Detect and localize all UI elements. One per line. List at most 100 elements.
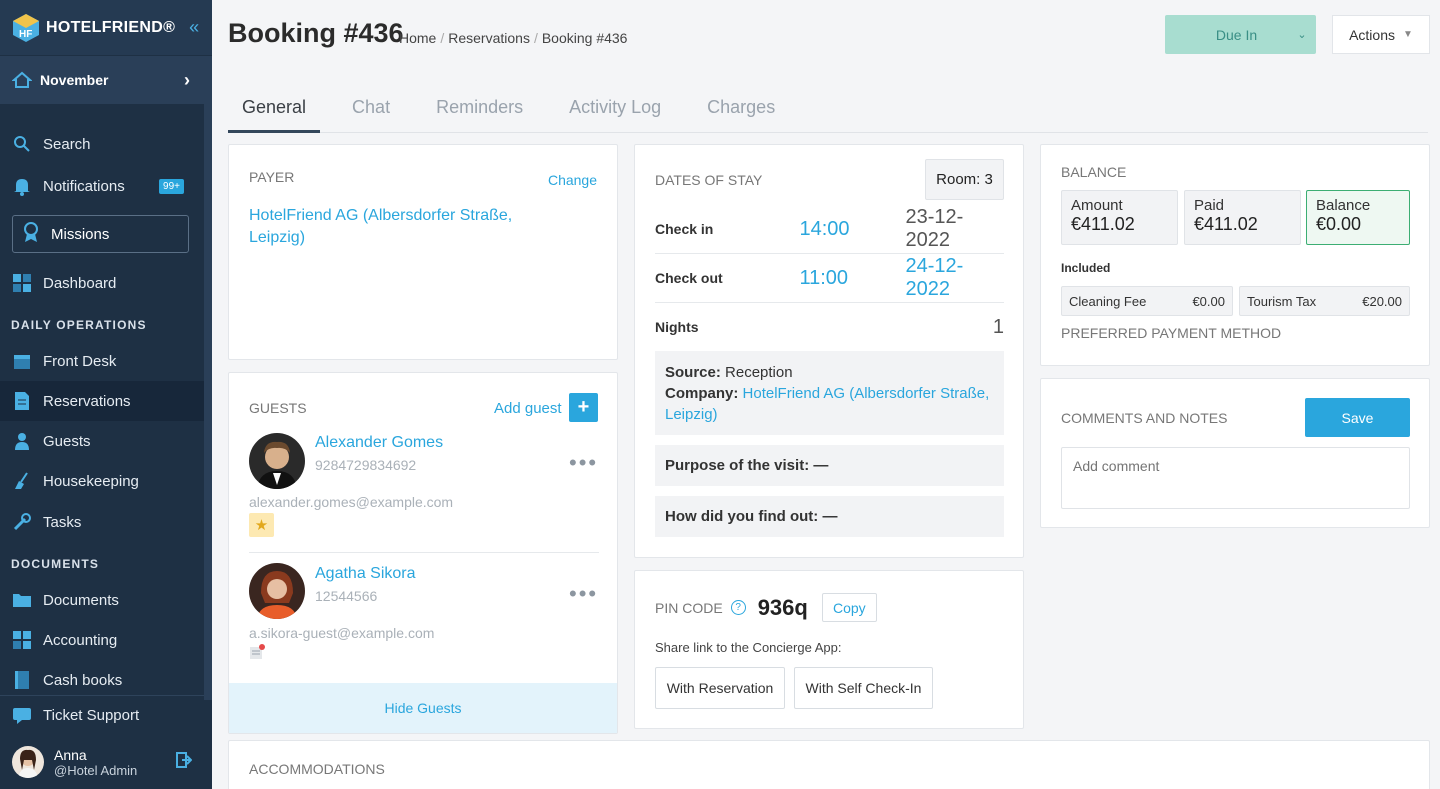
section-documents: DOCUMENTS bbox=[11, 557, 100, 571]
user-role: @Hotel Admin bbox=[54, 762, 138, 778]
help-icon[interactable]: ? bbox=[730, 600, 746, 615]
tab-general[interactable]: General bbox=[228, 85, 321, 133]
sidebar-item-guests[interactable]: Guests bbox=[0, 421, 204, 461]
ticket-icon bbox=[12, 706, 32, 726]
tab-charges[interactable]: Charges bbox=[707, 85, 789, 133]
copy-button[interactable]: Copy bbox=[821, 593, 877, 622]
missions-button[interactable]: Missions bbox=[12, 215, 189, 253]
sidebar-item-front-desk[interactable]: Front Desk bbox=[0, 341, 204, 381]
page-title: Booking #436 bbox=[228, 18, 404, 48]
chevron-down-icon[interactable]: ⌄ bbox=[1288, 28, 1316, 41]
checkin-time[interactable]: 14:00 bbox=[799, 218, 905, 241]
checkout-label: Check out bbox=[655, 270, 723, 286]
balance-box: Balance €0.00 bbox=[1306, 190, 1410, 245]
status-label: Due In bbox=[1215, 26, 1258, 43]
with-reservation-button[interactable]: With Reservation bbox=[655, 667, 785, 709]
sidebar-item-ticket-support[interactable]: Ticket Support bbox=[0, 695, 204, 735]
missions-label: Missions bbox=[51, 225, 110, 243]
tab-bar: General Chat Reminders Activity Log Char… bbox=[228, 85, 1428, 133]
dashboard-icon bbox=[12, 273, 32, 293]
payer-name-line2: Leipzig) bbox=[249, 229, 306, 246]
checkout-time[interactable]: 11:00 bbox=[799, 267, 905, 290]
guest-more-icon[interactable]: ••• bbox=[569, 450, 598, 476]
comments-label: COMMENTS AND NOTES bbox=[1061, 410, 1228, 426]
source-label: Source: bbox=[665, 364, 721, 381]
sidebar-item-label: Cash books bbox=[43, 671, 123, 689]
tab-chat[interactable]: Chat bbox=[352, 85, 404, 133]
balance-label: BALANCE bbox=[1061, 164, 1127, 180]
nights-value: 1 bbox=[992, 315, 1004, 338]
guest-divider bbox=[249, 552, 599, 553]
sidebar-scrollbar[interactable] bbox=[204, 100, 212, 700]
tourism-tax-box: Tourism Tax €20.00 bbox=[1239, 286, 1410, 316]
cleaning-fee-value: €0.00 bbox=[1192, 293, 1225, 309]
with-self-checkin-button[interactable]: With Self Check-In bbox=[794, 667, 933, 709]
guest-email: alexander.gomes@example.com bbox=[249, 494, 454, 510]
included-label: Included bbox=[1061, 261, 1111, 275]
nights-label: Nights bbox=[655, 319, 699, 335]
tab-reminders[interactable]: Reminders bbox=[436, 85, 537, 133]
dates-of-stay-card: DATES OF STAY Room: 3 Check in 14:00 23-… bbox=[634, 144, 1024, 558]
user-profile[interactable]: Anna @Hotel Admin bbox=[0, 735, 212, 789]
breadcrumb-home[interactable]: Home bbox=[399, 30, 436, 46]
sidebar-item-accounting[interactable]: Accounting bbox=[0, 620, 204, 660]
company-link-line2[interactable]: Leipzig) bbox=[665, 404, 994, 425]
tab-activity-log[interactable]: Activity Log bbox=[569, 85, 675, 133]
guest-more-icon[interactable]: ••• bbox=[569, 581, 598, 607]
actions-label: Actions bbox=[1349, 26, 1395, 43]
cleaning-fee-box: Cleaning Fee €0.00 bbox=[1061, 286, 1233, 316]
avatar bbox=[12, 746, 44, 778]
comments-card: COMMENTS AND NOTES Save bbox=[1040, 378, 1430, 528]
paid-value: €411.02 bbox=[1194, 214, 1258, 234]
month-selector[interactable]: November › bbox=[0, 56, 212, 104]
amount-label: Amount bbox=[1071, 197, 1123, 214]
guest-name-link[interactable]: Agatha Sikora bbox=[315, 565, 416, 583]
source-box: Source: Reception Company: HotelFriend A… bbox=[655, 351, 1004, 435]
guests-label: GUESTS bbox=[249, 400, 307, 416]
logout-icon[interactable] bbox=[176, 751, 193, 773]
document-icon bbox=[12, 391, 32, 411]
status-dropdown[interactable]: Due In ⌄ bbox=[1165, 15, 1316, 54]
sidebar-item-dashboard[interactable]: Dashboard bbox=[0, 263, 204, 303]
chevron-right-icon[interactable]: › bbox=[184, 70, 190, 91]
broom-icon bbox=[12, 471, 32, 491]
sidebar-item-label: Housekeeping bbox=[43, 472, 139, 490]
sidebar-item-cash-books[interactable]: Cash books bbox=[0, 660, 204, 700]
payer-name-line1: HotelFriend AG (Albersdorfer Straße, bbox=[249, 207, 513, 224]
save-button[interactable]: Save bbox=[1305, 398, 1410, 437]
sidebar-item-label: Dashboard bbox=[43, 274, 117, 292]
add-guest-button[interactable]: + bbox=[569, 393, 598, 422]
main-content: Booking #436 Home / Reservations / Booking #… bbox=[212, 0, 1440, 789]
sidebar-item-notifications[interactable]: Notifications 99+ bbox=[0, 166, 204, 206]
pin-row: PIN CODE ? 936q Copy bbox=[655, 593, 877, 622]
dates-of-stay-label: DATES OF STAY bbox=[655, 172, 763, 188]
folder-icon bbox=[12, 590, 32, 610]
actions-dropdown[interactable]: Actions ▼ bbox=[1332, 15, 1430, 54]
sidebar-item-housekeeping[interactable]: Housekeeping bbox=[0, 461, 204, 501]
sidebar-item-documents[interactable]: Documents bbox=[0, 580, 204, 620]
notifications-badge: 99+ bbox=[159, 178, 184, 194]
vip-star-icon: ★ bbox=[249, 513, 274, 537]
checkout-date[interactable]: 24-12-2022 bbox=[905, 255, 1004, 301]
company-link[interactable]: HotelFriend AG (Albersdorfer Straße, bbox=[743, 385, 990, 402]
comment-input[interactable] bbox=[1061, 447, 1410, 509]
cleaning-fee-label: Cleaning Fee bbox=[1069, 293, 1147, 309]
guest-name-link[interactable]: Alexander Gomes bbox=[315, 434, 443, 452]
user-name: Anna bbox=[54, 746, 87, 763]
add-guest-link[interactable]: Add guest bbox=[494, 400, 562, 417]
sidebar-item-search[interactable]: Search bbox=[0, 124, 204, 164]
pin-code-card: PIN CODE ? 936q Copy Share link to the C… bbox=[634, 570, 1024, 729]
checkin-date: 23-12-2022 bbox=[905, 206, 964, 251]
sidebar-item-label: Tasks bbox=[43, 513, 82, 531]
sidebar-item-label: Ticket Support bbox=[43, 707, 140, 724]
collapse-sidebar-icon[interactable]: « bbox=[189, 17, 199, 38]
change-payer-link[interactable]: Change bbox=[548, 172, 597, 188]
paid-label: Paid bbox=[1194, 197, 1225, 214]
hide-guests-button[interactable]: Hide Guests bbox=[229, 683, 617, 733]
wrench-icon bbox=[12, 512, 32, 532]
sidebar-item-tasks[interactable]: Tasks bbox=[0, 502, 204, 542]
breadcrumb-reservations[interactable]: Reservations bbox=[448, 30, 530, 46]
sidebar-item-reservations[interactable]: Reservations bbox=[0, 381, 204, 421]
payer-name-link[interactable]: HotelFriend AG (Albersdorfer Straße, Lei… bbox=[249, 205, 512, 249]
nights-row: Nights 1 bbox=[655, 303, 1004, 351]
